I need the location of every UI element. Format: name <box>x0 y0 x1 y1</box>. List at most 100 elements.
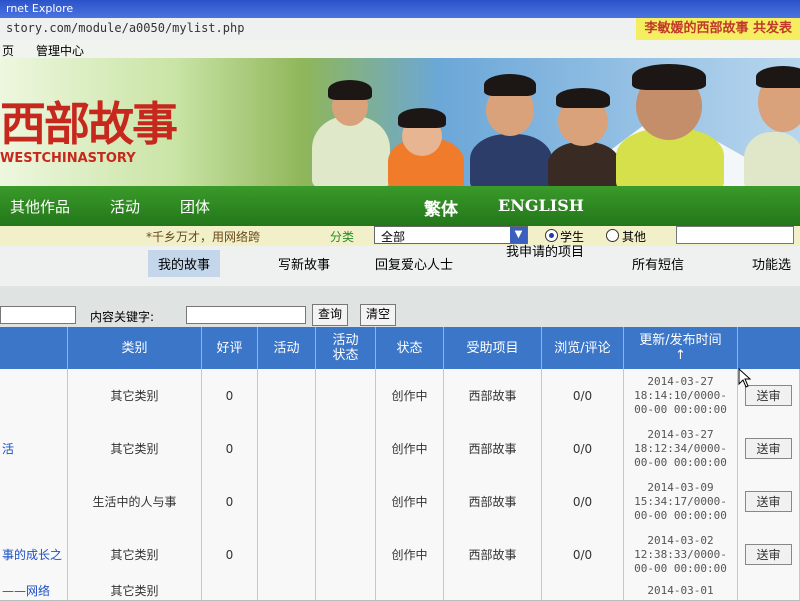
submit-review-button[interactable]: 送审 <box>745 385 792 406</box>
browser-titlebar: rnet Explore <box>0 0 800 18</box>
topnav-item-home[interactable]: 页 <box>2 42 14 59</box>
cell-updated: 2014-03-01 <box>624 581 738 600</box>
cell-category: 其它类别 <box>68 581 202 600</box>
tab-my-projects[interactable]: 我申请的项目 <box>505 244 585 262</box>
cell-title[interactable]: 事的成长之 <box>0 528 68 581</box>
tab-all-messages[interactable]: 所有短信 <box>632 254 684 273</box>
cell-activity <box>258 475 316 528</box>
header-category[interactable]: 类别 <box>68 327 202 369</box>
tab-bar: 我的故事 写新故事 回复爱心人士 我申请的项目 所有短信 功能选 <box>0 244 800 286</box>
page-title: 李敏媛的西部故事 共发表 <box>636 18 800 40</box>
site-logo: 西部故事 <box>0 97 178 151</box>
cell-action: 送审 <box>738 475 800 528</box>
cell-category: 生活中的人与事 <box>68 475 202 528</box>
cell-activity <box>258 528 316 581</box>
cell-activity-status <box>316 528 376 581</box>
header-rating[interactable]: 好评 <box>202 327 258 369</box>
table-row[interactable]: 活其它类别 0 创作中 西部故事 0/0 2014-03-27 18:12:34/0000… <box>0 422 800 476</box>
cell-activity-status <box>316 369 376 422</box>
cell-activity <box>258 581 316 600</box>
cell-updated: 2014-03-02 12:38:33/0000-00-00 00:00:00 <box>624 528 738 581</box>
clear-button[interactable]: 清空 <box>360 304 397 326</box>
cell-category: 其它类别 <box>68 528 202 581</box>
photo-child-4 <box>548 88 620 186</box>
nav-item-groups[interactable]: 团体 <box>180 196 210 217</box>
tab-write-story[interactable]: 写新故事 <box>278 254 330 273</box>
submit-review-button[interactable]: 送审 <box>745 544 792 565</box>
cell-views: 0/0 <box>542 528 624 581</box>
header-activity-status[interactable]: 活动状态 <box>316 327 376 369</box>
topnav-item-admin[interactable]: 管理中心 <box>36 42 84 59</box>
cell-status: 创作中 <box>376 369 444 422</box>
main-nav: 其他作品 活动 团体 繁体 ENGLISH <box>0 186 800 226</box>
cell-status <box>376 581 444 600</box>
cell-rating: 0 <box>202 369 258 422</box>
cell-views: 0/0 <box>542 369 624 422</box>
cell-rating: 0 <box>202 528 258 581</box>
nav-english[interactable]: ENGLISH <box>498 196 584 215</box>
photo-child-6 <box>744 66 800 186</box>
cell-rating: 0 <box>202 475 258 528</box>
cell-project: 西部故事 <box>444 369 542 422</box>
table-header: 类别 好评 活动 活动状态 状态 受助项目 浏览/评论 更新/发布时间↑ <box>0 327 800 369</box>
tab-functions[interactable]: 功能选 <box>752 254 791 273</box>
filter-text-input[interactable] <box>676 226 794 244</box>
cell-views: 0/0 <box>542 475 624 528</box>
cell-views <box>542 581 624 600</box>
radio-student-label: 学生 <box>560 230 585 244</box>
keyword-input[interactable] <box>186 306 306 324</box>
table-row[interactable]: 生活中的人与事 0 创作中 西部故事 0/0 2014-03-09 15:34:17/00… <box>0 475 800 529</box>
cell-rating <box>202 581 258 600</box>
photo-child-2 <box>388 108 464 186</box>
mouse-cursor-icon <box>738 368 752 388</box>
submit-review-button[interactable]: 送审 <box>745 491 792 512</box>
table-row[interactable]: 其它类别 0 创作中 西部故事 0/0 2014-03-27 18:14:10/0000-… <box>0 369 800 423</box>
header-project[interactable]: 受助项目 <box>444 327 542 369</box>
title-search-input[interactable] <box>0 306 76 324</box>
tab-my-stories[interactable]: 我的故事 <box>148 250 221 277</box>
nav-item-other-works[interactable]: 其他作品 <box>10 196 70 217</box>
cell-project <box>444 581 542 600</box>
top-nav: 页 管理中心 <box>0 40 800 58</box>
cell-action: 送审 <box>738 528 800 581</box>
category-select[interactable]: 全部 ▼ <box>374 226 528 244</box>
nav-traditional-chinese[interactable]: 繁体 <box>424 195 458 220</box>
chevron-down-icon[interactable]: ▼ <box>510 227 527 243</box>
banner: 西部故事 WESTCHINASTORY <box>0 58 800 186</box>
cell-project: 西部故事 <box>444 475 542 528</box>
header-activity[interactable]: 活动 <box>258 327 316 369</box>
cell-title[interactable] <box>0 369 68 422</box>
cell-activity <box>258 369 316 422</box>
header-status[interactable]: 状态 <box>376 327 444 369</box>
cell-updated: 2014-03-09 15:34:17/0000-00-00 00:00:00 <box>624 475 738 528</box>
header-title <box>0 327 68 369</box>
cell-category: 其它类别 <box>68 369 202 422</box>
nav-item-activities[interactable]: 活动 <box>110 196 140 217</box>
search-button[interactable]: 查询 <box>312 304 349 326</box>
cell-title[interactable]: ——网络 <box>0 581 68 600</box>
tab-reply-donors[interactable]: 回复爱心人士 <box>375 254 453 273</box>
radio-other[interactable] <box>606 229 619 242</box>
cell-activity-status <box>316 581 376 600</box>
photo-child-1 <box>312 80 390 186</box>
address-bar[interactable]: story.com/module/a0050/mylist.php 李敏媛的西部… <box>0 18 800 41</box>
browser-title: rnet Explore <box>6 2 74 15</box>
keyword-label: 内容关键字: <box>90 310 155 324</box>
table-row[interactable]: 事的成长之 其它类别 0 创作中 西部故事 0/0 2014-03-02 12:38:33/… <box>0 528 800 582</box>
site-logo-english: WESTCHINASTORY <box>0 151 136 166</box>
cell-action: 送审 <box>738 422 800 475</box>
header-views[interactable]: 浏览/评论 <box>542 327 624 369</box>
header-action <box>738 327 800 369</box>
header-updated[interactable]: 更新/发布时间↑ <box>624 327 738 369</box>
photo-child-3 <box>470 74 552 186</box>
cell-activity-status <box>316 475 376 528</box>
radio-other-label: 其他 <box>622 230 647 244</box>
cell-updated: 2014-03-27 18:14:10/0000-00-00 00:00:00 <box>624 369 738 422</box>
table-row[interactable]: ——网络 其它类别 2014-03-01 <box>0 581 800 601</box>
cell-title[interactable] <box>0 475 68 528</box>
cell-views: 0/0 <box>542 422 624 475</box>
cell-title[interactable]: 活 <box>0 422 68 475</box>
url-text[interactable]: story.com/module/a0050/mylist.php <box>6 21 244 35</box>
radio-student[interactable] <box>545 229 558 242</box>
submit-review-button[interactable]: 送审 <box>745 438 792 459</box>
